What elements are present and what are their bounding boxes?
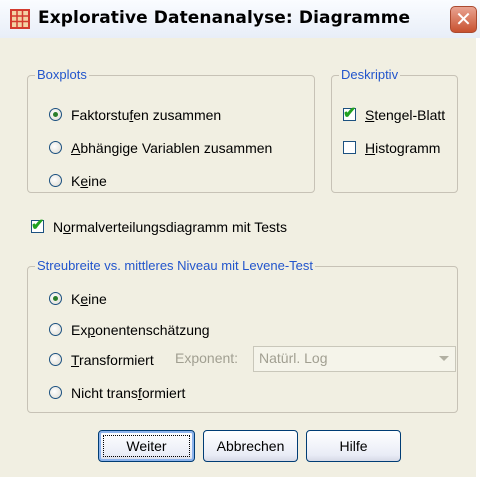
cancel-label: Abbrechen (216, 438, 285, 454)
dialog-window: Explorative Datenanalyse: Diagramme ✕ Bo… (0, 0, 480, 477)
descriptive-group: Deskriptiv (331, 67, 458, 193)
option-label: Abhängige Variablen zusammen (71, 140, 273, 156)
option-label: Keine (71, 173, 107, 189)
radio[interactable] (49, 141, 62, 154)
close-button[interactable]: ✕ (450, 6, 477, 33)
checkmark-icon: ✔ (343, 105, 357, 122)
exponent-dropdown[interactable]: Natürl. Log (253, 346, 456, 372)
radio[interactable] (49, 353, 62, 366)
window-edge (476, 38, 480, 477)
cancel-button[interactable]: Abbrechen (203, 430, 298, 462)
focus-ring (103, 435, 190, 457)
help-label: Hilfe (339, 438, 368, 454)
checkbox-checked[interactable]: ✔ (343, 105, 356, 122)
close-icon: ✕ (455, 7, 472, 31)
app-icon (10, 9, 30, 29)
option-label: Transformiert (71, 352, 154, 368)
radio[interactable] (49, 174, 62, 187)
option-label: Exponentenschätzung (71, 322, 210, 338)
checkbox-checked[interactable]: ✔ (31, 217, 44, 234)
option-label: Nicht transformiert (71, 385, 186, 401)
radio-selected[interactable] (49, 108, 62, 121)
continue-button[interactable]: Weiter (98, 430, 195, 462)
checkbox[interactable] (343, 141, 356, 154)
option-label: Stengel-Blatt (365, 107, 446, 123)
window-title: Explorative Datenanalyse: Diagramme (38, 8, 411, 28)
help-button[interactable]: Hilfe (306, 430, 401, 462)
option-label: Normalverteilungsdiagramm mit Tests (53, 219, 287, 235)
radio-selected[interactable] (49, 292, 62, 305)
radio[interactable] (49, 386, 62, 399)
option-label: Keine (71, 291, 107, 307)
option-label: Faktorstufen zusammen (71, 107, 222, 123)
spread-level-legend: Streubreite vs. mittleres Niveau mit Lev… (35, 258, 315, 273)
title-bar[interactable]: Explorative Datenanalyse: Diagramme ✕ (0, 0, 480, 38)
checkmark-icon: ✔ (31, 217, 45, 234)
exponent-value: Natürl. Log (259, 350, 328, 366)
descriptive-legend: Deskriptiv (339, 67, 401, 82)
option-label: Histogramm (365, 140, 441, 156)
dropdown-arrow-icon[interactable] (439, 356, 449, 361)
radio[interactable] (49, 323, 62, 336)
boxplots-legend: Boxplots (35, 67, 89, 82)
exponent-label: Exponent: (175, 350, 239, 366)
